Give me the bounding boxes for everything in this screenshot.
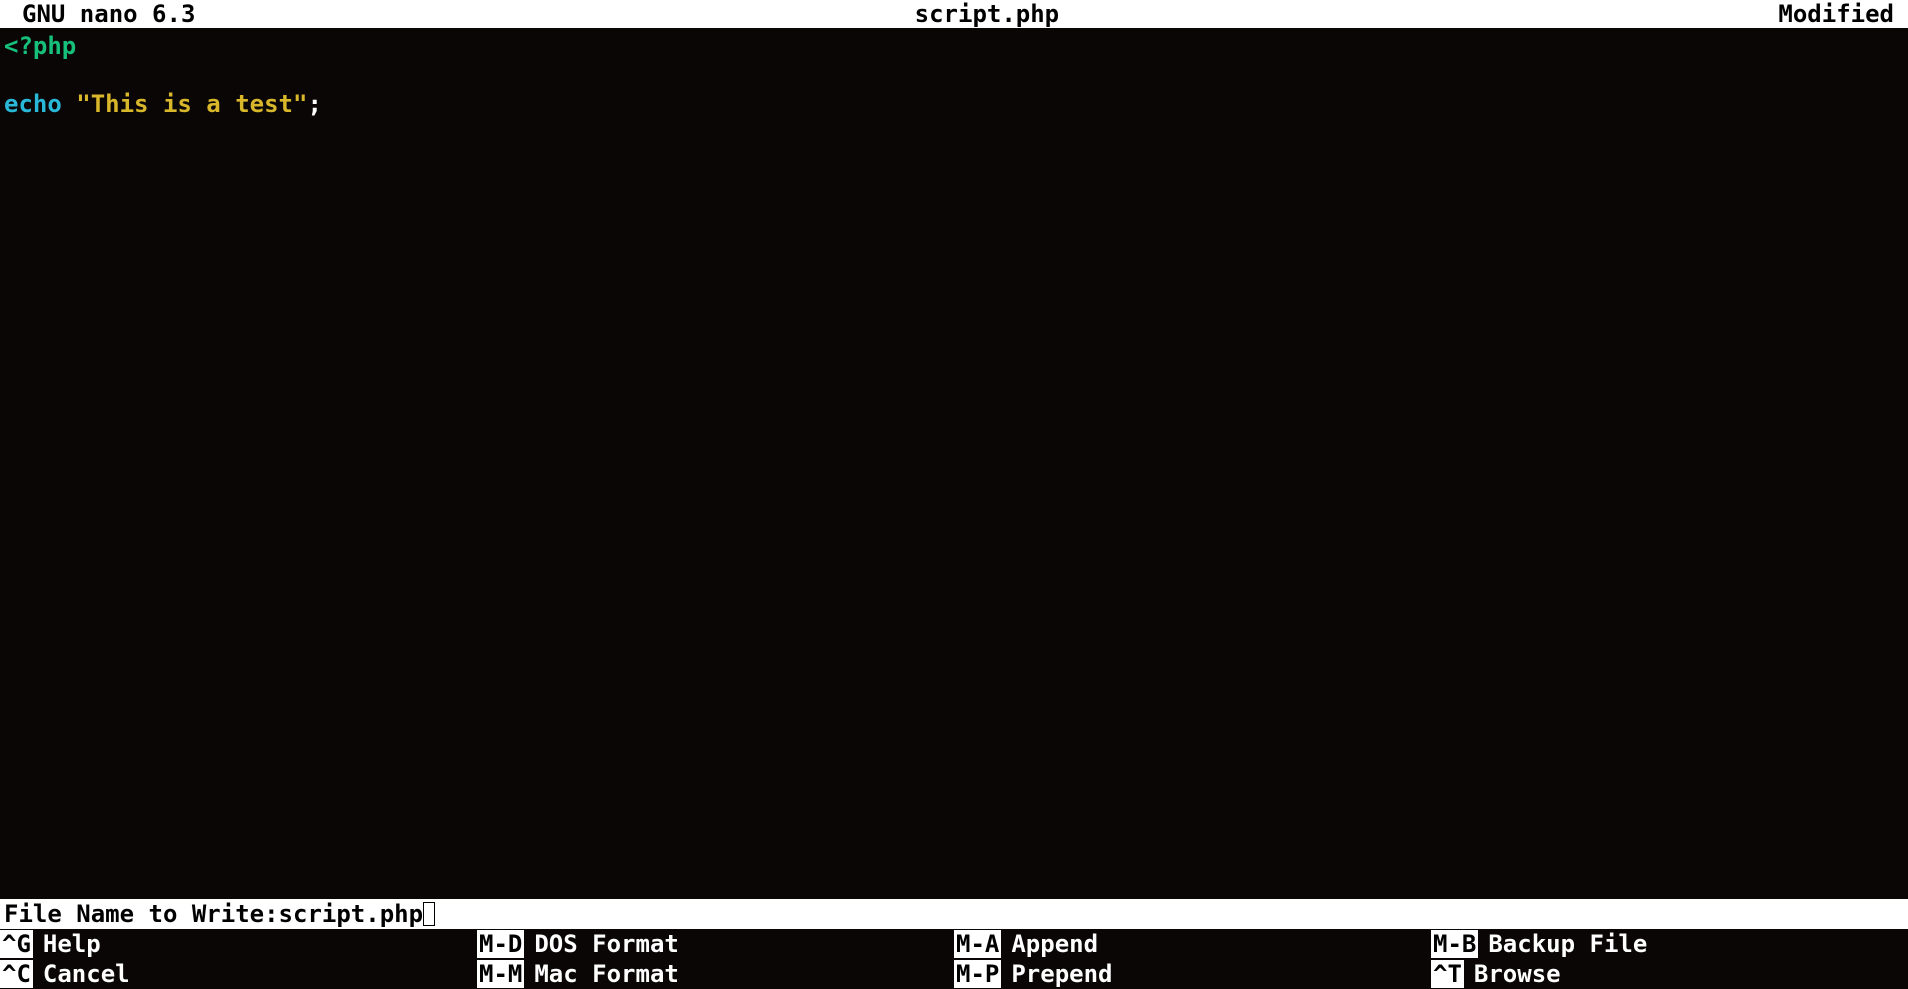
shortcut-prepend[interactable]: M-P Prepend	[954, 959, 1431, 989]
php-open-tag: <?php	[4, 32, 76, 60]
shortcut-append[interactable]: M-A Append	[954, 929, 1431, 959]
shortcut-label: Append	[1001, 930, 1098, 959]
shortcut-dos-format[interactable]: M-D DOS Format	[477, 929, 954, 959]
shortcut-key: M-B	[1431, 930, 1478, 959]
shortcut-key: ^G	[0, 930, 33, 959]
shortcut-label: Browse	[1464, 960, 1561, 989]
keyword-echo: echo	[4, 90, 62, 118]
app-name: GNU nano 6.3	[4, 0, 195, 28]
filename-input[interactable]: script.php	[279, 900, 424, 929]
string-literal: "This is a test"	[76, 90, 307, 118]
shortcut-browse[interactable]: ^T Browse	[1431, 959, 1908, 989]
semicolon: ;	[307, 90, 321, 118]
shortcut-cancel[interactable]: ^C Cancel	[0, 959, 477, 989]
shortcut-label: Help	[33, 930, 101, 959]
shortcut-label: DOS Format	[524, 930, 679, 959]
shortcut-key: M-P	[954, 960, 1001, 989]
shortcut-key: M-D	[477, 930, 524, 959]
shortcut-key: ^C	[0, 960, 33, 989]
shortcut-help[interactable]: ^G Help	[0, 929, 477, 959]
space	[62, 90, 76, 118]
file-name: script.php	[195, 0, 1778, 28]
shortcut-label: Prepend	[1001, 960, 1112, 989]
filename-prompt[interactable]: File Name to Write: script.php	[0, 899, 1908, 929]
file-status: Modified	[1778, 0, 1904, 28]
shortcut-label: Mac Format	[524, 960, 679, 989]
shortcut-label: Cancel	[33, 960, 130, 989]
editor-area[interactable]: <?php echo "This is a test";	[0, 28, 1908, 899]
shortcut-key: M-A	[954, 930, 1001, 959]
text-cursor	[423, 902, 435, 926]
prompt-label: File Name to Write:	[4, 900, 279, 929]
shortcut-key: ^T	[1431, 960, 1464, 989]
title-bar: GNU nano 6.3 script.php Modified	[0, 0, 1908, 28]
shortcut-key: M-M	[477, 960, 524, 989]
shortcut-backup-file[interactable]: M-B Backup File	[1431, 929, 1908, 959]
shortcut-bar: ^G Help M-D DOS Format M-A Append M-B Ba…	[0, 929, 1908, 989]
shortcut-label: Backup File	[1478, 930, 1647, 959]
shortcut-mac-format[interactable]: M-M Mac Format	[477, 959, 954, 989]
